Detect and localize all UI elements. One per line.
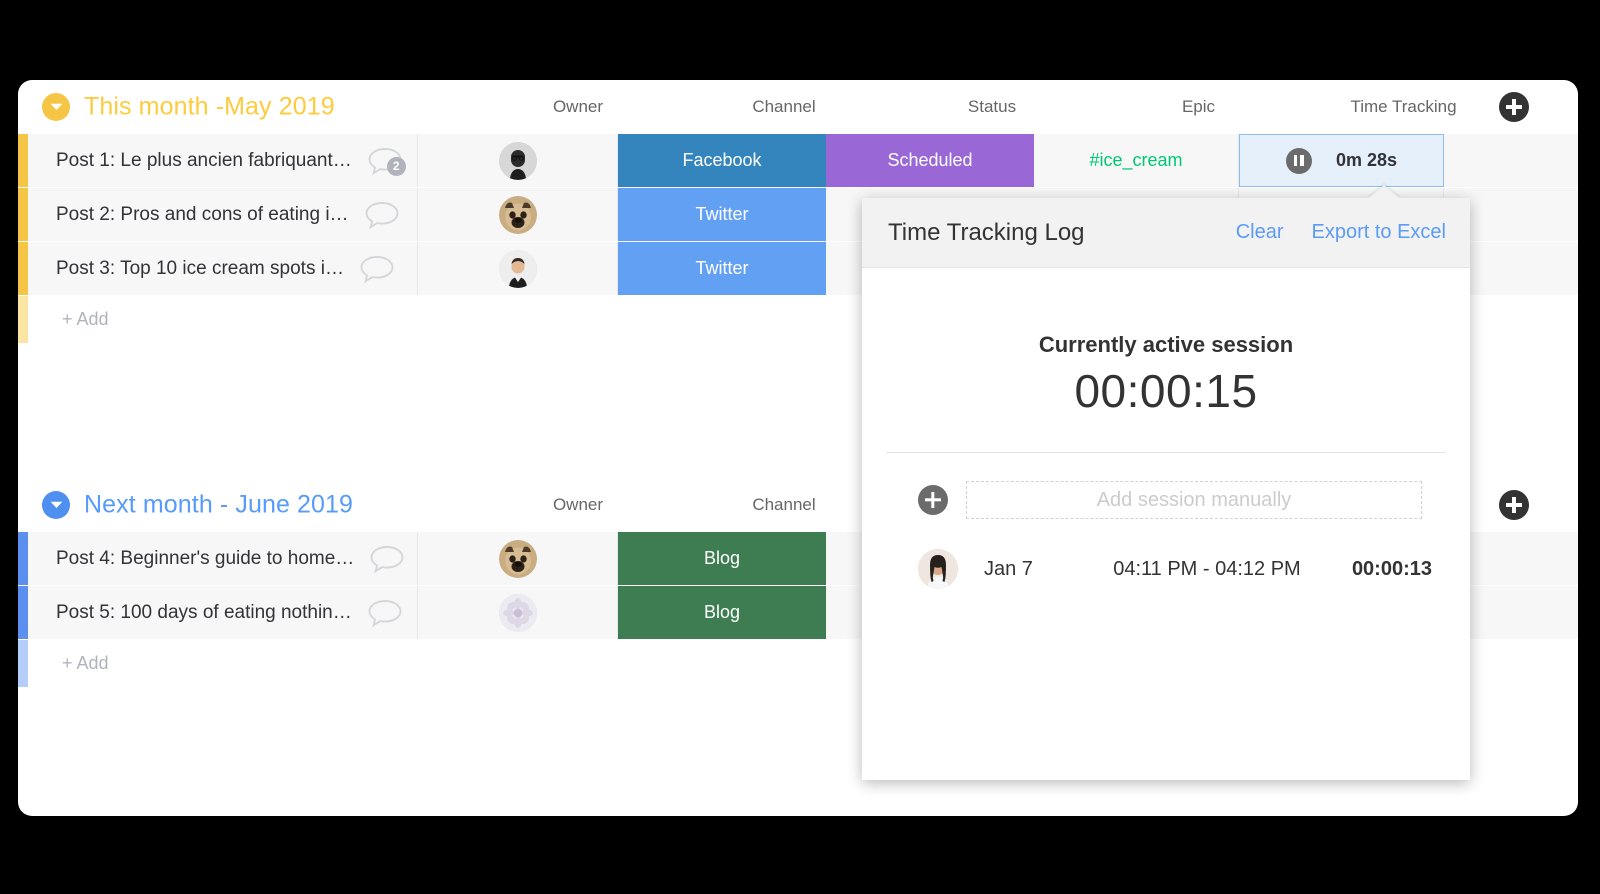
channel-pill[interactable]: Twitter — [618, 188, 826, 241]
comment-count-badge: 2 — [386, 156, 406, 176]
column-header-time-tracking[interactable]: Time Tracking — [1301, 97, 1506, 117]
row-owner-cell[interactable] — [418, 134, 618, 187]
clear-button[interactable]: Clear — [1236, 221, 1284, 244]
avatar — [918, 549, 958, 589]
row-title: Post 5: 100 days of eating nothin… — [56, 601, 352, 623]
session-time-range: 04:11 PM - 04:12 PM — [1113, 557, 1301, 580]
active-session-label: Currently active session — [1038, 332, 1294, 357]
avatar[interactable] — [498, 539, 537, 578]
chevron-down-icon[interactable] — [42, 491, 70, 519]
time-tracking-active[interactable]: 0m 28s — [1239, 134, 1444, 187]
row-channel-cell[interactable]: Twitter — [618, 242, 826, 295]
time-tracking-log-popup: Time Tracking Log Clear Export to Excel … — [862, 185, 1470, 780]
row-owner-cell[interactable] — [418, 532, 618, 585]
add-column-button[interactable] — [1499, 490, 1529, 520]
comment-bubble-icon[interactable]: 2 — [366, 146, 406, 176]
row-color-bar — [18, 532, 28, 585]
row-channel-cell[interactable]: Facebook — [618, 134, 826, 187]
row-name-cell[interactable]: Post 3: Top 10 ice cream spots i… — [28, 242, 418, 295]
avatar[interactable] — [498, 593, 537, 632]
avatar[interactable] — [498, 249, 537, 288]
column-header-channel[interactable]: Channel — [680, 97, 888, 117]
column-header-status[interactable]: Status — [888, 97, 1096, 117]
comment-bubble-icon[interactable] — [358, 254, 396, 284]
session-list-item[interactable]: Jan 7 04:11 PM - 04:12 PM 00:00:13 — [886, 549, 1446, 589]
comment-bubble-icon[interactable] — [366, 598, 404, 628]
row-title: Post 3: Top 10 ice cream spots i… — [56, 257, 344, 279]
table-row: Post 1: Le plus ancien fabriquant… 2 Fac… — [18, 134, 1578, 188]
row-name-cell[interactable]: Post 4: Beginner's guide to home… — [28, 532, 418, 585]
row-owner-cell[interactable] — [418, 188, 618, 241]
channel-pill[interactable]: Blog — [618, 586, 826, 639]
add-item-label[interactable]: + Add — [28, 653, 109, 674]
row-name-cell[interactable]: Post 2: Pros and cons of eating i… — [28, 188, 418, 241]
avatar[interactable] — [498, 195, 537, 234]
row-color-bar — [18, 134, 28, 187]
row-channel-cell[interactable]: Blog — [618, 532, 826, 585]
row-owner-cell[interactable] — [418, 586, 618, 639]
group-header: This month -May 2019 Owner Channel Statu… — [18, 80, 1578, 134]
screen-root: This month -May 2019 Owner Channel Statu… — [0, 0, 1600, 894]
row-name-cell[interactable]: Post 5: 100 days of eating nothin… — [28, 586, 418, 639]
comment-bubble-icon[interactable] — [363, 200, 401, 230]
active-session-timer: 00:00:15 — [1074, 365, 1258, 417]
channel-pill[interactable]: Blog — [618, 532, 826, 585]
channel-pill[interactable]: Facebook — [618, 134, 826, 187]
column-header-owner[interactable]: Owner — [478, 495, 678, 515]
column-header-epic[interactable]: Epic — [1096, 97, 1301, 117]
session-duration: 00:00:13 — [1351, 557, 1432, 580]
channel-pill[interactable]: Twitter — [618, 242, 826, 295]
row-extra-cell — [1444, 134, 1578, 187]
row-epic-cell[interactable]: #ice_cream — [1034, 134, 1239, 187]
add-column-button[interactable] — [1499, 92, 1529, 122]
popup-divider — [886, 452, 1446, 453]
add-session-manually-row: Add session manually — [886, 481, 1446, 519]
row-time-tracking-cell[interactable]: 0m 28s — [1239, 134, 1444, 187]
status-pill[interactable]: Scheduled — [826, 134, 1034, 187]
popup-title: Time Tracking Log — [888, 218, 1085, 246]
pause-icon[interactable] — [1285, 147, 1312, 174]
popup-body: Currently active session 00:00:15 Add se… — [862, 332, 1470, 589]
chevron-down-icon[interactable] — [42, 93, 70, 121]
row-title: Post 1: Le plus ancien fabriquant… — [56, 149, 352, 171]
popup-arrow — [1368, 185, 1400, 199]
session-date: Jan 7 — [984, 557, 1033, 580]
row-color-bar — [18, 242, 28, 295]
row-name-cell[interactable]: Post 1: Le plus ancien fabriquant… 2 — [28, 134, 418, 187]
row-color-bar — [18, 296, 28, 343]
row-owner-cell[interactable] — [418, 242, 618, 295]
column-header-owner[interactable]: Owner — [478, 97, 678, 117]
row-channel-cell[interactable]: Blog — [618, 586, 826, 639]
row-channel-cell[interactable]: Twitter — [618, 188, 826, 241]
add-item-label[interactable]: + Add — [28, 309, 109, 330]
plus-circle-icon[interactable] — [918, 485, 948, 515]
row-title: Post 2: Pros and cons of eating i… — [56, 203, 349, 225]
column-header-channel[interactable]: Channel — [680, 495, 888, 515]
row-title: Post 4: Beginner's guide to home… — [56, 547, 355, 569]
row-status-cell[interactable]: Scheduled — [826, 134, 1034, 187]
group-title[interactable]: Next month - June 2019 — [84, 491, 353, 520]
row-color-bar — [18, 586, 28, 639]
avatar[interactable] — [498, 141, 537, 180]
comment-bubble-icon[interactable] — [368, 544, 406, 574]
time-tracking-value: 0m 28s — [1335, 150, 1398, 170]
popup-header: Time Tracking Log Clear Export to Excel — [862, 198, 1470, 268]
epic-tag[interactable]: #ice_cream — [1089, 150, 1182, 171]
group-title[interactable]: This month -May 2019 — [84, 93, 335, 122]
export-to-excel-button[interactable]: Export to Excel — [1311, 221, 1446, 244]
add-session-manually-input[interactable]: Add session manually — [966, 481, 1422, 519]
row-color-bar — [18, 188, 28, 241]
row-color-bar — [18, 640, 28, 687]
